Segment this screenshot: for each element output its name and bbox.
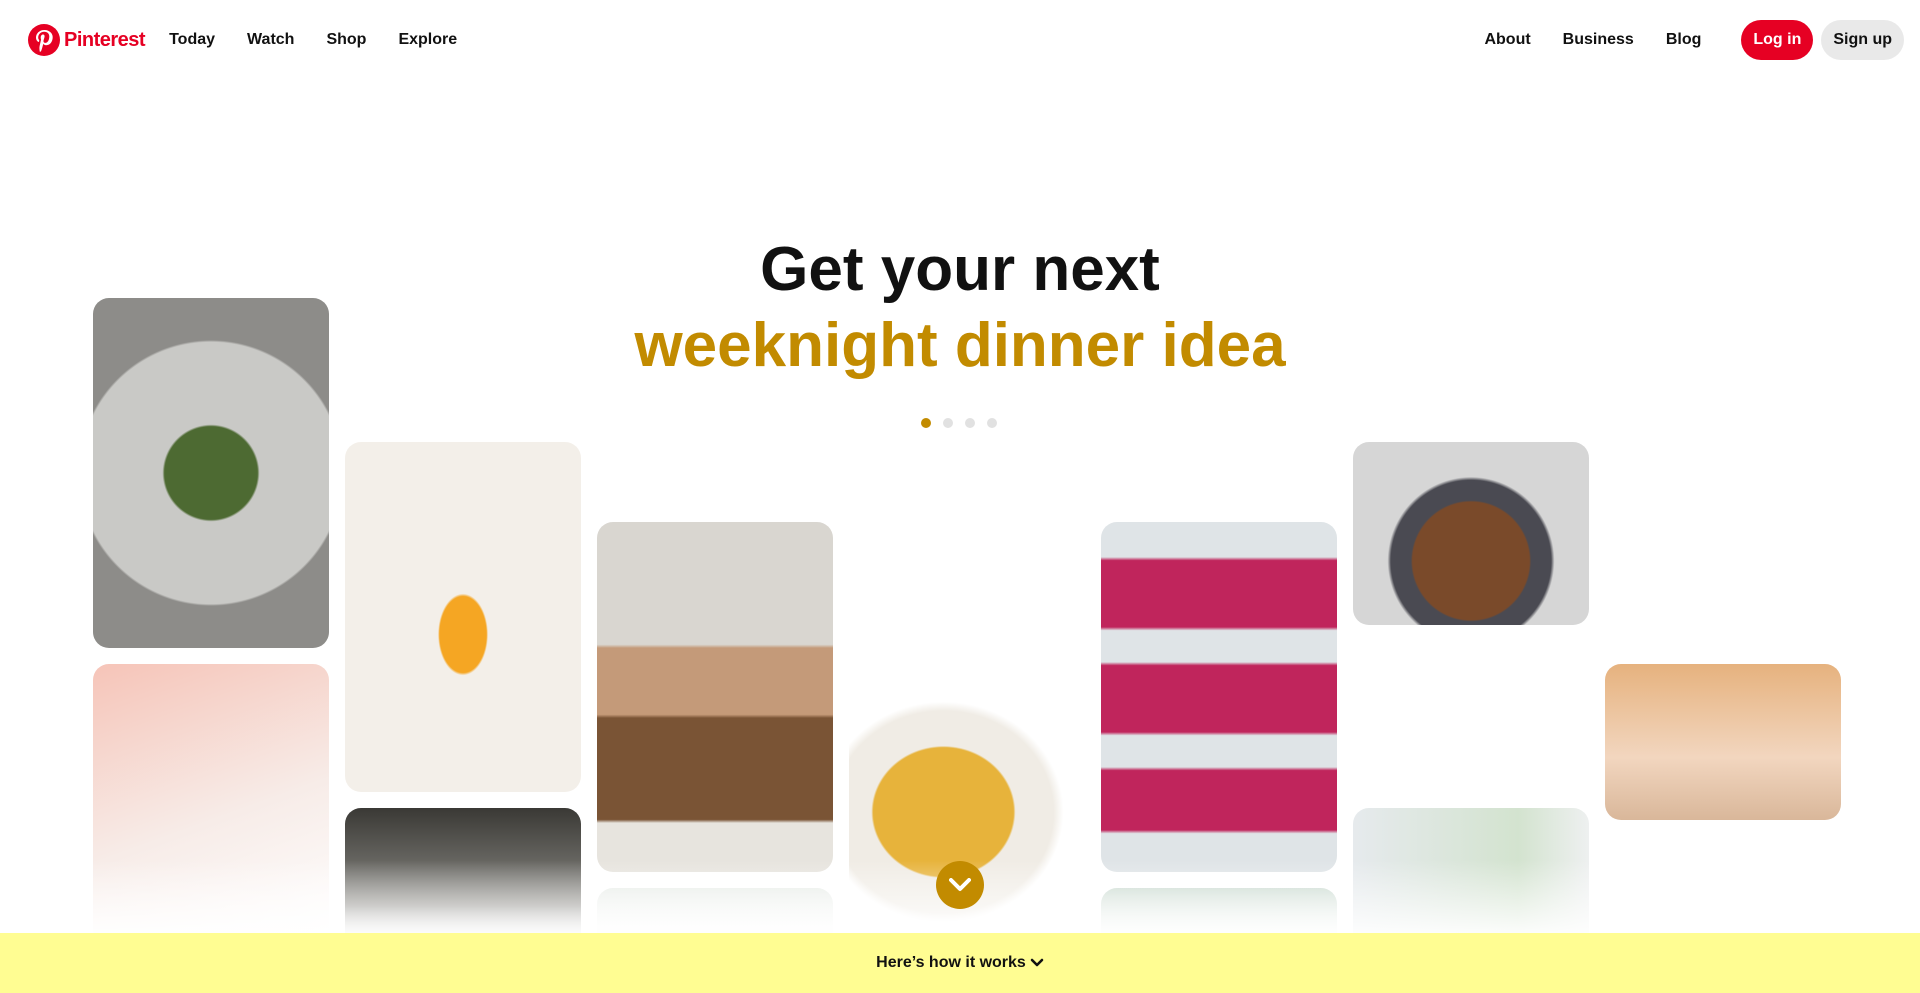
carousel-dots bbox=[921, 418, 997, 428]
brand-name: Pinterest bbox=[64, 28, 146, 51]
signup-button[interactable]: Sign up bbox=[1821, 20, 1904, 60]
pin-salad-bowl-cooking[interactable] bbox=[597, 522, 833, 872]
chevron-down-icon bbox=[949, 878, 971, 891]
top-navbar: Pinterest Today Watch Shop Explore About… bbox=[0, 0, 1920, 80]
how-it-works-label: Here’s how it works bbox=[876, 954, 1026, 971]
carousel-dot-4[interactable] bbox=[987, 418, 997, 428]
chevron-down-icon bbox=[1030, 958, 1044, 967]
header-right: About Business Blog Log in Sign up bbox=[1468, 20, 1904, 60]
how-it-works-banner[interactable]: Here’s how it works bbox=[0, 933, 1920, 993]
headline-line-1: Get your next bbox=[760, 235, 1160, 304]
secondary-nav: About Business Blog bbox=[1468, 31, 1717, 49]
nav-blog[interactable]: Blog bbox=[1650, 31, 1718, 49]
nav-explore[interactable]: Explore bbox=[382, 31, 473, 49]
pinterest-logo[interactable]: Pinterest bbox=[28, 24, 146, 56]
nav-business[interactable]: Business bbox=[1547, 31, 1650, 49]
pin-cafe-interior[interactable] bbox=[1605, 664, 1841, 820]
carousel-dot-1[interactable] bbox=[921, 418, 931, 428]
carousel-dot-3[interactable] bbox=[965, 418, 975, 428]
nav-about[interactable]: About bbox=[1468, 31, 1546, 49]
pinterest-icon bbox=[28, 24, 60, 56]
pin-roast-dinner-plate[interactable] bbox=[1353, 442, 1589, 625]
primary-nav: Today Watch Shop Explore bbox=[153, 31, 473, 49]
nav-today[interactable]: Today bbox=[153, 31, 231, 49]
nav-watch[interactable]: Watch bbox=[231, 31, 310, 49]
pin-beet-avocado-toast[interactable] bbox=[1101, 522, 1337, 872]
login-button[interactable]: Log in bbox=[1741, 20, 1814, 60]
scroll-down-button[interactable] bbox=[936, 861, 984, 909]
nav-shop[interactable]: Shop bbox=[310, 31, 382, 49]
carousel-dot-2[interactable] bbox=[943, 418, 953, 428]
pin-orange-juice-glass[interactable] bbox=[345, 442, 581, 792]
pin-beet-salad-plate[interactable] bbox=[93, 298, 329, 648]
